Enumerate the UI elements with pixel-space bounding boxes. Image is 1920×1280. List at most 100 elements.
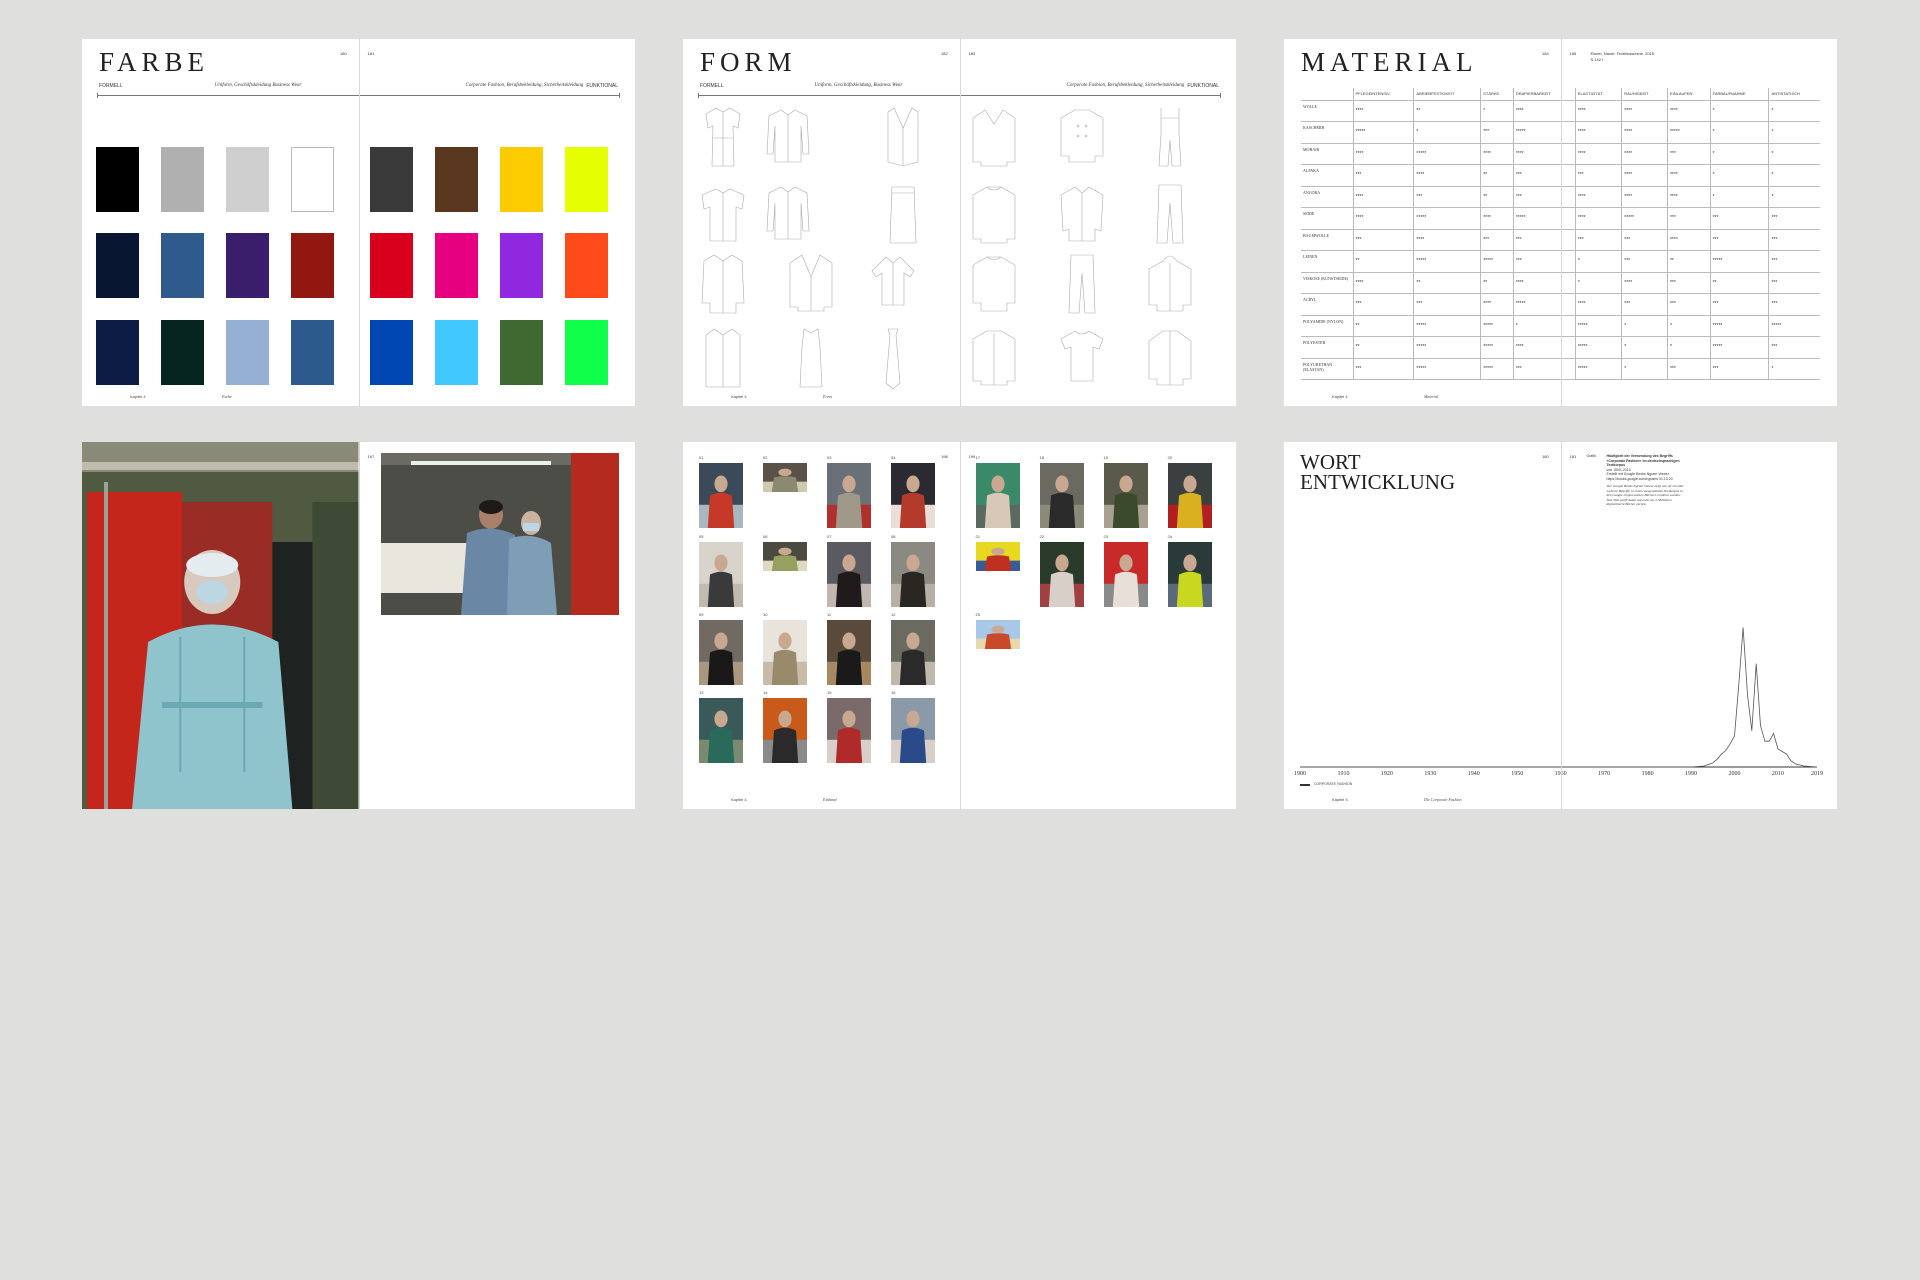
rating-cell: ****	[1352, 186, 1414, 208]
photo-number: 23	[1103, 534, 1108, 539]
color-swatch	[434, 147, 478, 212]
footer-section: Einband	[823, 797, 837, 802]
spread-form: FORM 182 FORMELL Uniform, Geschäftskleid…	[683, 39, 1236, 406]
rating-cell: ***	[1768, 207, 1820, 230]
photo-number: 18	[1039, 455, 1044, 460]
garment-sweater-drawing	[968, 104, 1020, 170]
color-swatch	[96, 233, 139, 298]
photo-number: 21	[975, 534, 980, 539]
color-swatch	[434, 320, 478, 385]
rating-cell: *****	[1574, 315, 1622, 337]
rating-cell: ***	[1512, 250, 1576, 273]
rating-cell: *****	[1413, 358, 1481, 380]
rating-cell: *****	[1709, 315, 1769, 337]
rating-cell: ***	[1621, 293, 1668, 316]
page-left	[82, 442, 359, 809]
page-left: 198 01 02 03 04 05 06 07 08 09 10 11 12 13 14 15 16 Kap…	[683, 442, 960, 809]
column-header: PFLEGEINTENSIV	[1352, 88, 1414, 101]
table-row: KASCHMIR ***** * *** ***** **** **** ***** * *	[1301, 121, 1820, 144]
rating-cell: ****	[1621, 186, 1668, 208]
column-header: DRAPIERBARKEIT	[1512, 88, 1576, 101]
color-swatch	[226, 320, 269, 385]
spread-material: MATERIAL 184 Kapitel 4 Material 185 Elsn…	[1284, 39, 1837, 406]
rating-cell: *****	[1480, 315, 1514, 337]
color-swatch	[161, 320, 204, 385]
photo-thumbnail	[1103, 463, 1148, 528]
rating-cell: *****	[1574, 336, 1622, 359]
rating-cell: ***	[1768, 250, 1820, 273]
category-tag: FORMELL	[700, 83, 724, 89]
rating-cell: **	[1413, 100, 1481, 122]
x-tick-label: 2010	[1772, 771, 1784, 777]
color-swatch	[434, 233, 478, 298]
garment-skirt-drawing	[877, 181, 929, 247]
color-swatch	[161, 147, 204, 212]
corner-cell	[1301, 88, 1353, 101]
photo-thumbnail	[975, 542, 1020, 571]
rating-cell: ***	[1512, 229, 1576, 251]
rating-cell: *****	[1413, 336, 1481, 359]
rating-cell: ***	[1512, 164, 1576, 187]
x-tick-label: 1990	[1685, 771, 1697, 777]
row-label: ALPAKA	[1301, 164, 1353, 187]
photo-number: 05	[699, 534, 704, 539]
rating-cell: *	[1480, 100, 1514, 122]
category-subtitle: Uniform, Geschäftskleidung, Business Wea…	[814, 83, 903, 88]
spread-farbe: FARBE 180 FORMELL Uniform, Geschäftsklei…	[82, 39, 635, 406]
rating-cell: **	[1666, 250, 1711, 273]
rating-cell: ****	[1621, 100, 1668, 122]
page-title: FARBE	[99, 47, 210, 77]
rating-cell: ***	[1621, 250, 1668, 273]
column-header: EINLAUFEN	[1666, 88, 1711, 101]
garment-blouse-drawing	[867, 251, 919, 317]
rating-cell: ***	[1352, 293, 1414, 316]
page-title: FORM	[700, 47, 797, 77]
rating-cell: **	[1352, 315, 1414, 337]
row-label: POLYESTER	[1301, 336, 1353, 359]
rating-cell: *	[1512, 315, 1576, 337]
rating-cell: ****	[1352, 143, 1414, 165]
photo-thumbnail	[763, 698, 807, 763]
garment-overalls-drawing	[1144, 104, 1196, 170]
rating-cell: ****	[1480, 207, 1514, 230]
rating-cell: ****	[1621, 143, 1668, 165]
table-row: WOLLE **** ** * **** **** **** **** * *	[1301, 100, 1820, 122]
rating-cell: ***	[1413, 293, 1481, 316]
table-row: VISKOSE (KUNSTSEIDE) **** ** ** **** * **** ***…	[1301, 272, 1820, 294]
row-label: KASCHMIR	[1301, 121, 1353, 144]
column-header: STÄRKE	[1480, 88, 1514, 101]
rating-cell: ****	[1512, 336, 1576, 359]
spread-photo: 197	[82, 442, 635, 809]
page-title: MATERIAL	[1301, 47, 1478, 77]
axis-ruler	[698, 93, 1221, 98]
photo-thumbnail	[1039, 542, 1084, 607]
row-label: WOLLE	[1301, 100, 1353, 122]
rating-cell: *****	[1413, 315, 1481, 337]
rating-cell: ***	[1709, 207, 1769, 230]
subheading-row: FORMELL Uniform, Geschäftskleidung Busin…	[99, 83, 342, 89]
photo-number: 07	[827, 534, 832, 539]
column-header: ABRIEBFESTIGKEIT	[1413, 88, 1481, 101]
rating-cell: ***	[1666, 293, 1711, 316]
rating-cell: ***	[1480, 121, 1514, 144]
row-label: VISKOSE (KUNSTSEIDE)	[1301, 272, 1353, 294]
row-label: POLYAMIDE (NYLON)	[1301, 315, 1353, 337]
color-swatch	[564, 147, 608, 212]
rating-cell: ****	[1480, 143, 1514, 165]
rating-cell: *	[1709, 186, 1769, 208]
rating-cell: *	[1621, 358, 1668, 380]
rating-cell: **	[1709, 272, 1769, 294]
photo-thumbnail	[1167, 463, 1212, 528]
rating-cell: *	[1709, 121, 1769, 144]
photo-thumbnail	[763, 620, 807, 685]
color-swatch	[499, 147, 543, 212]
photo-number: 24	[1167, 534, 1172, 539]
page-number: 183	[968, 51, 976, 56]
spread-wort: WORT ENTWICKLUNG 180 CORPORATE FASHION K…	[1284, 442, 1837, 809]
photo-thumbnail	[763, 463, 807, 492]
rating-cell: *	[1768, 164, 1820, 187]
garment-cardigan-drawing	[968, 325, 1020, 391]
rating-cell: **	[1480, 164, 1514, 187]
rating-cell: ***	[1574, 229, 1622, 251]
page-number: 182	[941, 51, 948, 56]
